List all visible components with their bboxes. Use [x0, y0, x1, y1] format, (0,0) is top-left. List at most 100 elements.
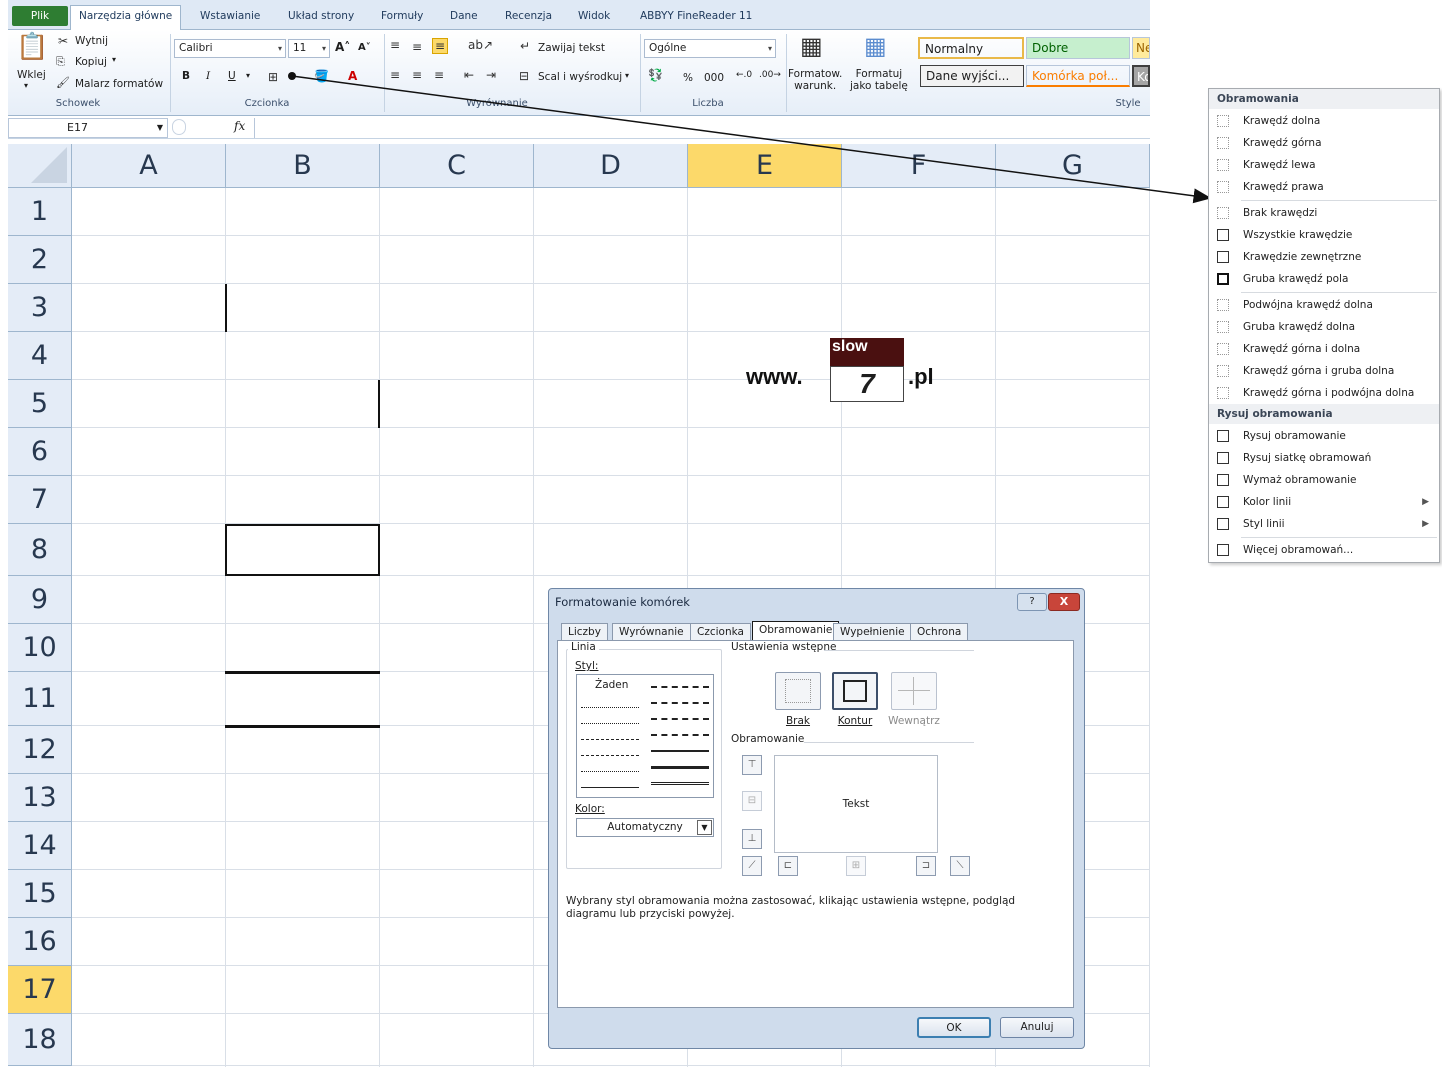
submenu-arrow-icon: ▶ [1422, 497, 1429, 507]
line-style-none[interactable]: Żaden [595, 679, 628, 691]
right-border-icon [1217, 181, 1229, 193]
hint-text: Wybrany styl obramowania można zastosowa… [566, 895, 1016, 920]
menu-item-top-and-double-bottom-border[interactable]: Krawędź górna i podwójna dolna [1209, 382, 1439, 404]
line-color-value: Automatyczny [607, 821, 683, 833]
menu-item-draw-border[interactable]: Rysuj obramowanie [1209, 425, 1439, 447]
menu-item-erase-border[interactable]: Wymaż obramowanie [1209, 469, 1439, 491]
menu-item-label: Podwójna krawędź dolna [1243, 299, 1373, 311]
border-bottom-button[interactable]: ⊥ [742, 829, 762, 849]
cancel-button[interactable]: Anuluj [1000, 1017, 1074, 1038]
top-and-bottom-border-icon [1217, 343, 1229, 355]
erase-border-icon [1217, 474, 1229, 486]
presets-label: Ustawienia wstępne [728, 641, 840, 653]
outside-borders-icon [1217, 251, 1229, 263]
bottom-border-icon [1217, 115, 1229, 127]
border-preview[interactable]: Tekst [774, 755, 938, 853]
menu-item-draw-border-grid[interactable]: Rysuj siatkę obramowań [1209, 447, 1439, 469]
line-style-option[interactable] [651, 750, 709, 752]
submenu-arrow-icon: ▶ [1422, 519, 1429, 529]
tab-numbers[interactable]: Liczby [561, 623, 608, 641]
draw-border-grid-icon [1217, 452, 1229, 464]
menu-item-label: Kolor linii [1243, 496, 1292, 508]
tab-alignment[interactable]: Wyrównanie [612, 623, 691, 641]
line-style-list[interactable]: Żaden [576, 674, 714, 798]
border-diagonal-down-button[interactable]: ⟍ [950, 856, 970, 876]
preset-outline-label: Kontur [837, 715, 873, 727]
menu-item-label: Gruba krawędź pola [1243, 273, 1349, 285]
menu-item-label: Wymaż obramowanie [1243, 474, 1357, 486]
ok-button[interactable]: OK [917, 1017, 991, 1038]
close-button[interactable]: X [1048, 593, 1080, 611]
menu-item-label: Krawędź dolna [1243, 115, 1321, 127]
help-button[interactable]: ? [1017, 593, 1047, 611]
line-style-option[interactable] [651, 702, 709, 704]
tab-font[interactable]: Czcionka [690, 623, 751, 641]
menu-item-thick-bottom-border[interactable]: Gruba krawędź dolna [1209, 316, 1439, 338]
line-color-icon [1217, 496, 1229, 508]
menu-item-no-border[interactable]: Brak krawędzi [1209, 202, 1439, 224]
border-top-button[interactable]: ⊤ [742, 755, 762, 775]
line-color-select[interactable]: Automatyczny ▼ [576, 818, 714, 837]
menu-item-bottom-border[interactable]: Krawędź dolna [1209, 110, 1439, 132]
preset-none-button[interactable] [775, 672, 821, 710]
menu-item-right-border[interactable]: Krawędź prawa [1209, 176, 1439, 198]
border-label: Obramowanie [728, 733, 808, 745]
line-style-option[interactable] [581, 787, 639, 788]
chevron-down-icon[interactable]: ▼ [697, 820, 712, 835]
menu-item-label: Krawędź górna i dolna [1243, 343, 1361, 355]
menu-item-top-and-bottom-border[interactable]: Krawędź górna i dolna [1209, 338, 1439, 360]
divider [824, 650, 974, 651]
border-inside-horizontal-button[interactable]: ⊟ [742, 791, 762, 811]
preset-none-label: Brak [785, 715, 811, 727]
line-style-option[interactable] [651, 766, 709, 769]
line-style-option[interactable] [581, 771, 639, 772]
line-style-option[interactable] [581, 723, 639, 724]
line-style-option[interactable] [651, 782, 709, 785]
draw-border-icon [1217, 430, 1229, 442]
menu-separator [1241, 200, 1437, 201]
line-style-option[interactable] [651, 718, 709, 720]
menu-item-label: Rysuj obramowanie [1243, 430, 1346, 442]
border-left-button[interactable]: ⊏ [778, 856, 798, 876]
menu-item-label: Gruba krawędź dolna [1243, 321, 1356, 333]
menu-item-thick-box-border[interactable]: Gruba krawędź pola [1209, 268, 1439, 290]
dialog-title: Formatowanie komórek [555, 595, 690, 609]
left-border-icon [1217, 159, 1229, 171]
preset-inside-button[interactable] [891, 672, 937, 710]
top-border-icon [1217, 137, 1229, 149]
menu-item-double-bottom-border[interactable]: Podwójna krawędź dolna [1209, 294, 1439, 316]
line-style-option[interactable] [651, 686, 709, 688]
menu-item-label: Krawędź górna [1243, 137, 1322, 149]
line-style-option[interactable] [581, 707, 639, 708]
border-diagonal-up-button[interactable]: ⟋ [742, 856, 762, 876]
color-label: Kolor: [572, 803, 608, 815]
border-inside-vertical-button[interactable]: ⊞ [846, 856, 866, 876]
border-right-button[interactable]: ⊐ [916, 856, 936, 876]
menu-header-draw-borders: Rysuj obramowania [1209, 404, 1439, 424]
tab-border[interactable]: Obramowanie [752, 621, 840, 641]
menu-header-borders: Obramowania [1209, 89, 1439, 109]
menu-item-top-border[interactable]: Krawędź górna [1209, 132, 1439, 154]
preset-outline-button[interactable] [832, 672, 878, 710]
line-style-option[interactable] [581, 739, 639, 740]
borders-dropdown-menu: Obramowania Krawędź dolna Krawędź górna Kra… [1208, 88, 1440, 563]
menu-item-all-borders[interactable]: Wszystkie krawędzie [1209, 224, 1439, 246]
tab-fill[interactable]: Wypełnienie [833, 623, 912, 641]
all-borders-icon [1217, 229, 1229, 241]
menu-item-label: Krawędź lewa [1243, 159, 1316, 171]
menu-item-line-style[interactable]: Styl linii ▶ [1209, 513, 1439, 535]
double-bottom-border-icon [1217, 299, 1229, 311]
menu-item-label: Więcej obramowań... [1243, 544, 1354, 556]
divider [804, 742, 974, 743]
menu-item-line-color[interactable]: Kolor linii ▶ [1209, 491, 1439, 513]
menu-item-top-and-thick-bottom-border[interactable]: Krawędź górna i gruba dolna [1209, 360, 1439, 382]
menu-item-left-border[interactable]: Krawędź lewa [1209, 154, 1439, 176]
tab-protection[interactable]: Ochrona [910, 623, 969, 641]
more-borders-icon [1217, 544, 1229, 556]
menu-item-more-borders[interactable]: Więcej obramowań... [1209, 539, 1439, 561]
line-style-option[interactable] [651, 734, 709, 736]
line-style-option[interactable] [581, 755, 639, 756]
menu-item-label: Krawędź prawa [1243, 181, 1324, 193]
menu-item-outside-borders[interactable]: Krawędzie zewnętrzne [1209, 246, 1439, 268]
format-cells-dialog: Formatowanie komórek ? X Liczby Wyrównan… [548, 588, 1085, 1049]
